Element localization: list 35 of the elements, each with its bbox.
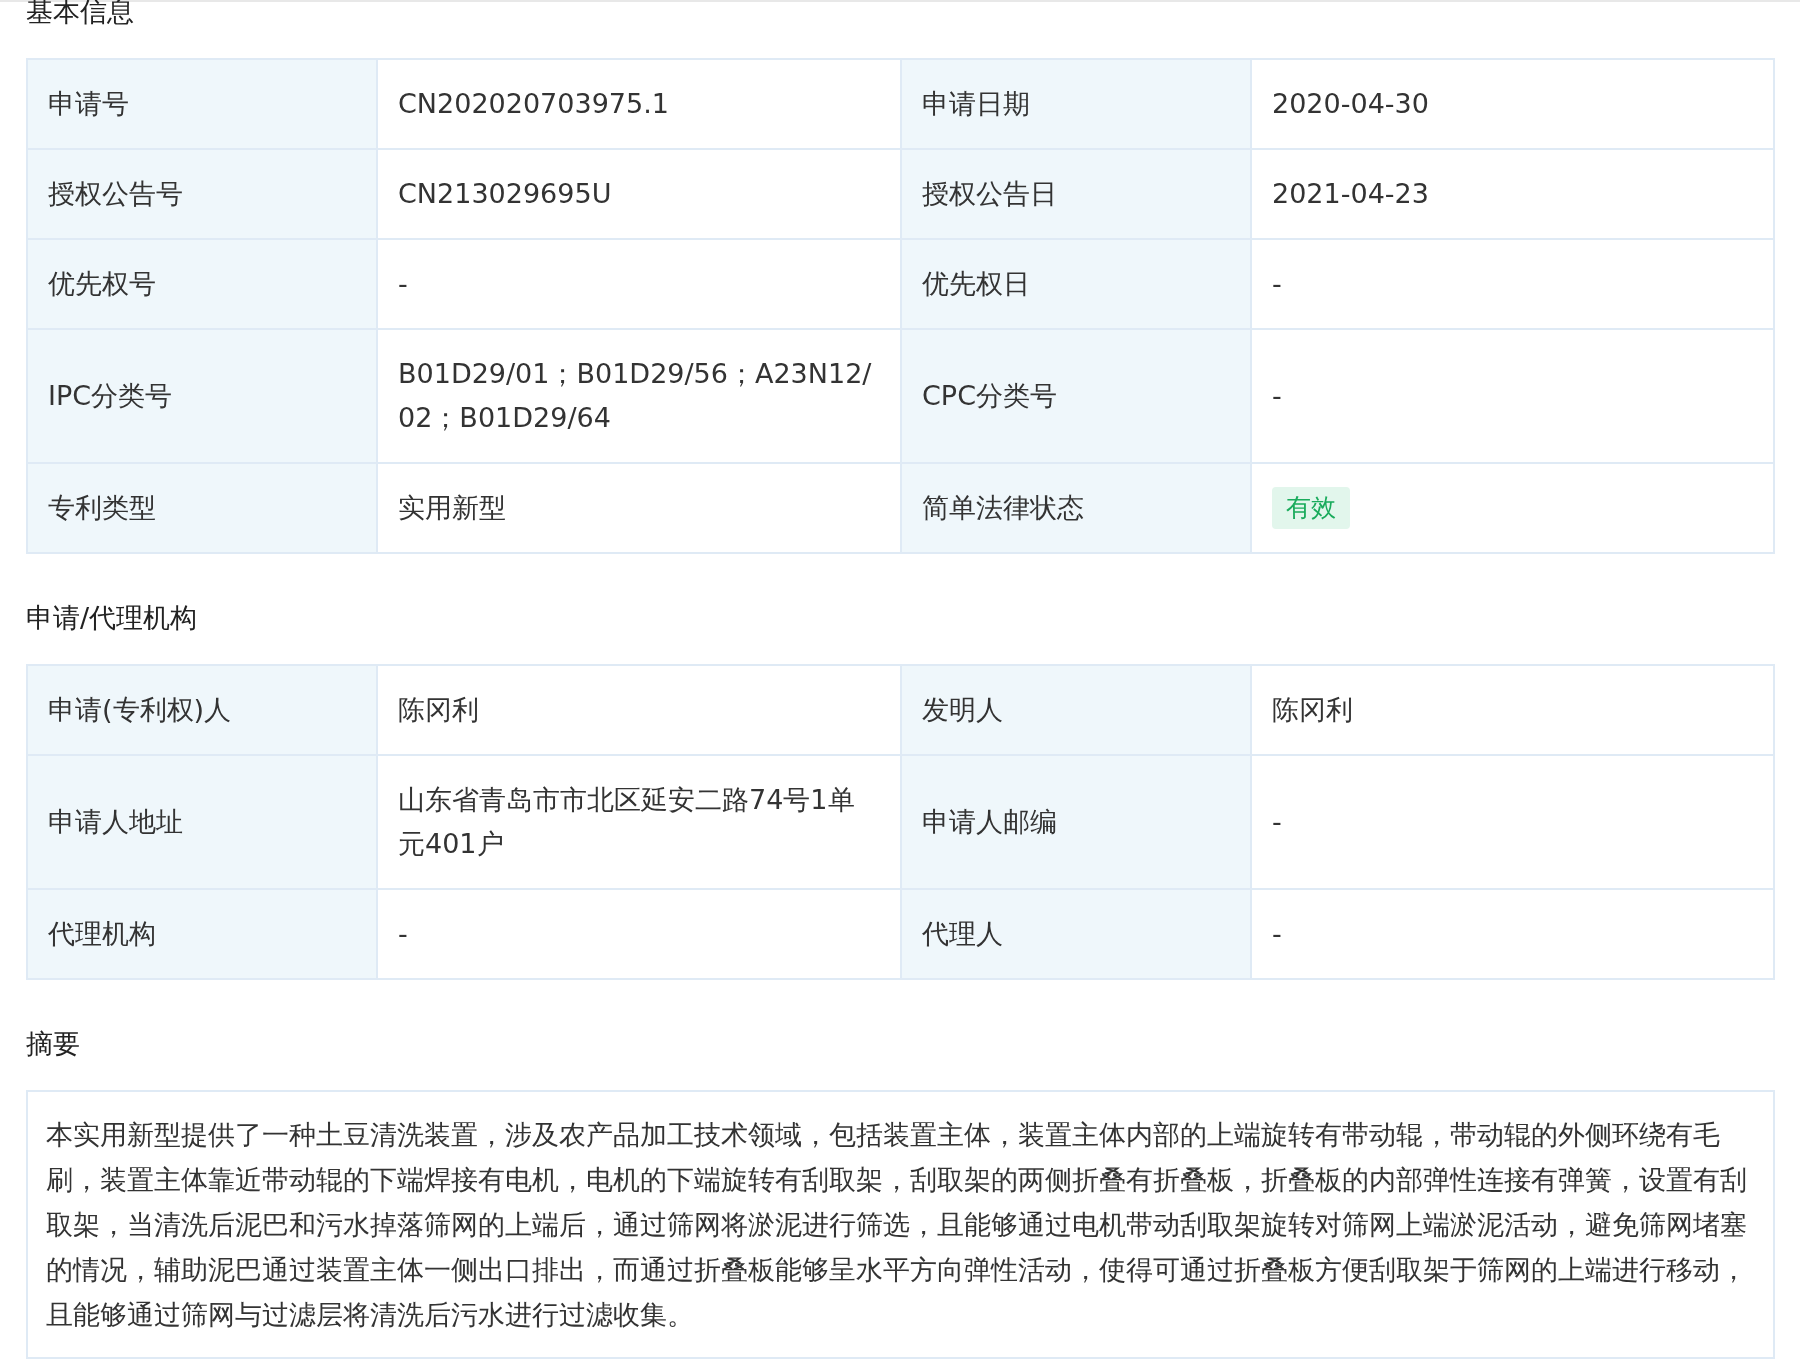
- field-value: -: [1252, 240, 1775, 330]
- field-label: 代理人: [902, 890, 1252, 980]
- field-label: 授权公告号: [28, 150, 378, 240]
- field-label: 代理机构: [28, 890, 378, 980]
- field-label: 申请日期: [902, 60, 1252, 150]
- field-label: 申请人邮编: [902, 756, 1252, 890]
- section-title: 摘要: [26, 1027, 81, 1061]
- field-label: 申请(专利权)人: [28, 666, 378, 756]
- field-value: 陈冈利: [1252, 666, 1775, 756]
- field-value: -: [1252, 756, 1775, 890]
- field-label: 授权公告日: [902, 150, 1252, 240]
- field-label: CPC分类号: [902, 330, 1252, 464]
- field-label: 发明人: [902, 666, 1252, 756]
- field-label: 优先权日: [902, 240, 1252, 330]
- field-value: 实用新型: [378, 464, 902, 554]
- field-value: B01D29/01；B01D29/56；A23N12/02；B01D29/64: [378, 330, 902, 464]
- field-value: -: [1252, 890, 1775, 980]
- field-value: 山东省青岛市市北区延安二路74号1单元401户: [378, 756, 902, 890]
- field-label: 申请人地址: [28, 756, 378, 890]
- abstract-text: 本实用新型提供了一种土豆清洗装置，涉及农产品加工技术领域，包括装置主体，装置主体内部的上端旋转有带动辊，带动辊的外侧环绕有毛刷，装置主体靠近带动辊的下端焊接有电机，电机的下端旋转有刮取架，刮取架的两侧折叠有折叠板，折叠板的内部弹性连接有弹簧，设置有刮取架，当清洗后泥巴和污水掉落筛网的上端后，通过筛网将淤泥进行筛选，且能够通过电机带动刮取架旋转对筛网上端淤泥活动，避免筛网堵塞的情况，辅助泥巴通过装置主体一侧出口排出，而通过折叠板能够呈水平方向弹性活动，使得可通过折叠板方便刮取架于筛网的上端进行移动，且能够通过筛网与过滤层将清洗后污水进行过滤收集。: [46, 1118, 1748, 1332]
- field-value: CN202020703975.1: [378, 60, 902, 150]
- field-value: -: [1252, 330, 1775, 464]
- field-label: 简单法律状态: [902, 464, 1252, 554]
- field-value: -: [378, 240, 902, 330]
- field-value: -: [378, 890, 902, 980]
- field-label: 专利类型: [28, 464, 378, 554]
- field-label: IPC分类号: [28, 330, 378, 464]
- field-value: 2021-04-23: [1252, 150, 1775, 240]
- field-label: 申请号: [28, 60, 378, 150]
- field-label: 优先权号: [28, 240, 378, 330]
- field-value: 2020-04-30: [1252, 60, 1775, 150]
- field-value: 陈冈利: [378, 666, 902, 756]
- field-value: CN213029695U: [378, 150, 902, 240]
- section-title: 申请/代理机构: [26, 601, 199, 635]
- status-tag: 有效: [1272, 487, 1350, 529]
